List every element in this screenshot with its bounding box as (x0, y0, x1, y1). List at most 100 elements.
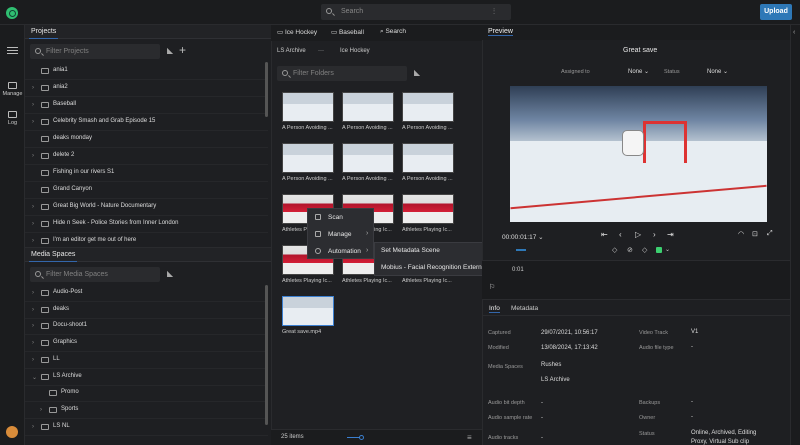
media-caption[interactable]: Athletes Playing Ic... (402, 227, 456, 233)
media-caption[interactable]: A Person Avoiding ... (282, 125, 336, 131)
global-search-input[interactable]: Search ⫶ (321, 4, 511, 20)
chevron-icon[interactable]: › (40, 407, 42, 413)
fullscreen-icon[interactable]: ⤢ (767, 230, 773, 238)
marker-icon[interactable]: ⚐ (489, 283, 495, 291)
media-caption[interactable]: Athletes Playing Ic... (282, 278, 336, 284)
chevron-right-icon[interactable]: › (32, 153, 34, 159)
list-item[interactable]: › Sports (25, 402, 268, 419)
chevron-right-icon[interactable]: › (32, 238, 34, 244)
list-item[interactable]: › Baseball (25, 97, 268, 114)
media-caption[interactable]: Great save.mp4 (282, 329, 336, 335)
tab-preview[interactable]: Preview (488, 28, 513, 36)
chevron-icon[interactable]: ⌄ (32, 374, 37, 381)
media-thumbnail[interactable] (402, 143, 454, 173)
rail-log[interactable]: Log (0, 111, 25, 126)
filter-sliders-icon[interactable]: ⫶ (493, 7, 495, 17)
list-item[interactable]: › LS NL (25, 419, 268, 436)
app-logo[interactable] (6, 7, 18, 19)
playhead[interactable] (516, 249, 526, 251)
chevron-icon[interactable]: › (32, 290, 34, 296)
list-item[interactable]: › Audio-Post (25, 285, 268, 302)
fit-icon[interactable]: ⊡ (752, 230, 758, 238)
chevron-icon[interactable]: › (32, 357, 34, 363)
media-thumbnail[interactable] (402, 92, 454, 122)
menu-item-manage[interactable]: Manage › (308, 226, 375, 243)
add-project-icon[interactable]: + (179, 43, 186, 57)
step-forward-icon[interactable]: › (653, 230, 656, 239)
list-item[interactable]: deaks monday (25, 131, 268, 148)
projects-scrollbar[interactable] (265, 62, 268, 117)
media-caption[interactable]: A Person Avoiding ... (402, 125, 456, 131)
play-icon[interactable]: ▷ (635, 230, 641, 239)
media-thumbnail[interactable] (342, 143, 394, 173)
chevron-right-icon[interactable]: › (32, 85, 34, 91)
media-thumbnail[interactable] (342, 92, 394, 122)
clear-marks-icon[interactable]: ⊘ (627, 246, 633, 254)
mark-in-icon[interactable]: ◇ (612, 246, 617, 254)
breadcrumb-ellipsis[interactable]: ··· (318, 48, 324, 54)
media-spaces-scrollbar[interactable] (265, 285, 268, 425)
media-thumbnail[interactable] (282, 143, 334, 173)
list-item[interactable]: › delete 2 (25, 148, 268, 165)
chevron-right-icon[interactable]: › (32, 102, 34, 108)
list-item[interactable]: ⌄ LS Archive (25, 369, 268, 386)
media-caption[interactable]: Athletes Playing Ic... (402, 278, 456, 284)
filter-folders-input[interactable]: Filter Folders (277, 66, 407, 81)
menu-icon[interactable] (7, 47, 18, 54)
avatar[interactable] (6, 426, 18, 438)
chevron-icon[interactable]: › (32, 307, 34, 313)
chevron-down-icon[interactable]: ⌄ (665, 246, 670, 253)
loop-icon[interactable]: ◠ (738, 230, 744, 238)
mark-out-icon[interactable]: ◇ (642, 246, 647, 254)
status-select[interactable]: None ⌄ (707, 68, 728, 75)
sort-icon[interactable]: ◣ (414, 68, 420, 77)
list-item[interactable]: › Hide n Seek - Police Stories from Inner… (25, 216, 268, 233)
list-item[interactable]: › LL (25, 352, 268, 369)
rail-manage[interactable]: Manage (0, 82, 25, 97)
sort-icon[interactable]: ◣ (167, 46, 173, 55)
collapse-icon[interactable]: ‹ (793, 29, 795, 36)
list-item[interactable]: Promo (25, 385, 268, 403)
tab-search[interactable]: ⌕ Search (380, 28, 406, 36)
list-item[interactable]: ania1 (25, 63, 268, 80)
timeline[interactable]: 0:01 ⚐ (482, 249, 790, 300)
filter-projects-input[interactable]: Filter Projects (30, 44, 160, 59)
list-item[interactable]: Grand Canyon (25, 182, 268, 199)
list-item[interactable]: Fishing in our rivers S1 (25, 165, 268, 182)
tab-baseball[interactable]: ▭ Baseball (331, 28, 364, 36)
list-view-icon[interactable]: ≡ (467, 433, 472, 442)
tab-info[interactable]: Info (489, 305, 500, 313)
skip-end-icon[interactable]: ⇥ (667, 230, 674, 239)
chevron-icon[interactable]: › (32, 323, 34, 329)
sort-icon[interactable]: ◣ (167, 269, 173, 278)
list-item[interactable]: › Celebrity Smash and Grab Episode 15 (25, 114, 268, 131)
step-back-icon[interactable]: ‹ (619, 230, 622, 239)
menu-item-scan[interactable]: Scan (308, 209, 375, 226)
tab-metadata[interactable]: Metadata (511, 305, 538, 312)
chevron-icon[interactable]: › (32, 424, 34, 430)
list-item[interactable]: › ania2 (25, 80, 268, 97)
media-caption[interactable]: A Person Avoiding ... (342, 125, 396, 131)
chevron-right-icon[interactable]: › (32, 119, 34, 125)
submenu-set-metadata-scene[interactable]: Set Metadata Scene (381, 247, 440, 254)
chevron-right-icon[interactable]: › (32, 204, 34, 210)
breadcrumb-ls-archive[interactable]: LS Archive (277, 48, 306, 54)
tab-ice-hockey[interactable]: ▭ Ice Hockey (277, 28, 317, 36)
timecode[interactable]: 00:00:01:17 ⌄ (502, 233, 544, 241)
chevron-right-icon[interactable]: › (32, 221, 34, 227)
media-caption[interactable]: A Person Avoiding ... (342, 176, 396, 182)
chevron-icon[interactable]: › (32, 340, 34, 346)
assigned-select[interactable]: None ⌄ (628, 68, 649, 75)
filter-media-spaces-input[interactable]: Filter Media Spaces (30, 267, 160, 282)
list-item[interactable]: › Great Big World - Nature Documentary (25, 199, 268, 216)
video-player[interactable] (510, 86, 767, 222)
list-item[interactable]: › deaks (25, 302, 268, 319)
media-thumbnail[interactable] (402, 194, 454, 224)
breadcrumb-ice-hockey[interactable]: Ice Hockey (340, 48, 370, 54)
list-item[interactable]: › Docu-shoot1 (25, 318, 268, 336)
media-thumbnail[interactable] (282, 92, 334, 122)
upload-button[interactable]: Upload (760, 4, 792, 20)
media-caption[interactable]: Athletes Playing Ic... (342, 278, 396, 284)
skip-start-icon[interactable]: ⇤ (601, 230, 608, 239)
color-swatch[interactable] (656, 247, 662, 253)
